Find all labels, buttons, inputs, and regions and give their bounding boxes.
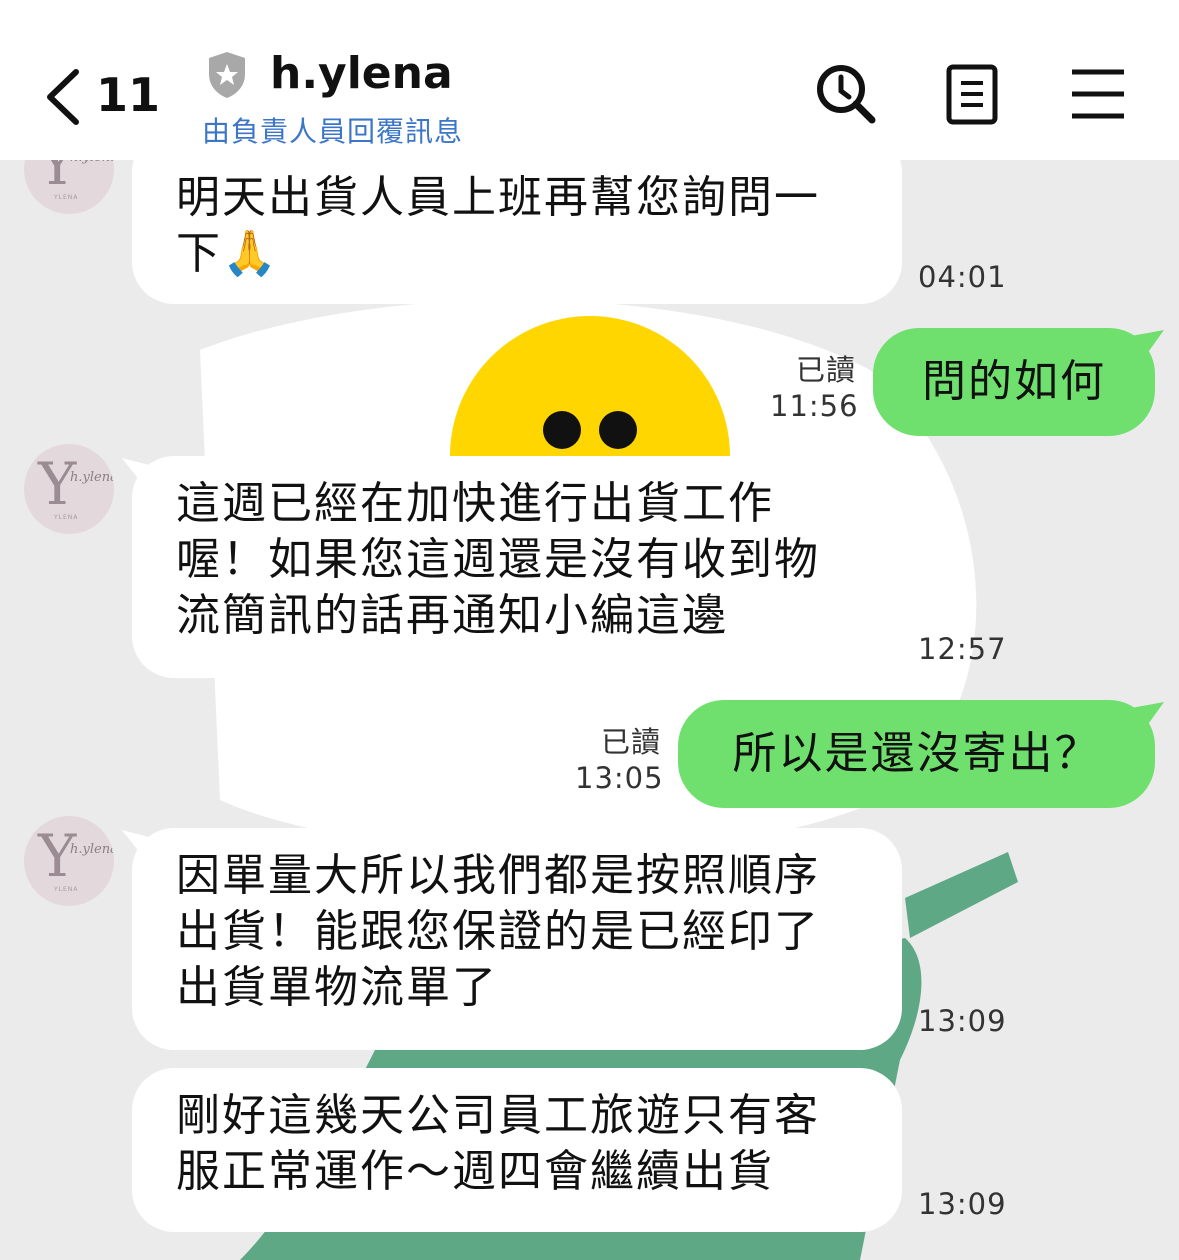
incoming-message[interactable]: 這週已經在加快進行出貨工作 喔！如果您這週還是沒有收到物 流簡訊的話再通知小編這… [132, 456, 902, 678]
avatar-script: h.ylena [70, 160, 114, 165]
message-line: 明天出貨人員上班再幫您詢問一 [176, 172, 820, 223]
incoming-message[interactable]: 剛好這幾天公司員工旅遊只有客 服正常運作～週四會繼續出貨 [132, 1068, 902, 1232]
contact-name[interactable]: h.ylena [270, 48, 453, 99]
read-receipt: 已讀 13:05 [575, 724, 664, 796]
message-text: 所以是還沒寄出？ [732, 728, 1101, 779]
shield-star-icon [209, 52, 245, 98]
message-line: 服正常運作～週四會繼續出貨 [176, 1146, 774, 1197]
message-line: 下🙏 [176, 228, 279, 279]
notes-icon[interactable] [940, 62, 1004, 126]
message-line: 出貨！能跟您保證的是已經印了 [176, 906, 820, 957]
menu-icon[interactable] [1066, 62, 1130, 126]
outgoing-message[interactable]: 所以是還沒寄出？ [678, 700, 1155, 808]
avatar-tagline: YLENA [54, 514, 79, 521]
avatar-script: h.ylena [70, 842, 114, 857]
read-label: 已讀 [795, 353, 856, 387]
message-time: 13:09 [918, 1004, 1007, 1038]
unread-count[interactable]: 11 [96, 68, 160, 122]
avatar[interactable]: Y h.ylena YLENA [24, 444, 114, 534]
message-line: 剛好這幾天公司員工旅遊只有客 [176, 1090, 820, 1141]
read-receipt: 已讀 11:56 [770, 352, 859, 424]
message-time: 11:56 [770, 389, 859, 423]
avatar[interactable]: Y h.ylena YLENA [24, 816, 114, 906]
search-icon[interactable] [814, 62, 878, 126]
message-line: 這週已經在加快進行出貨工作 [176, 478, 774, 529]
message-time: 13:05 [575, 761, 664, 795]
account-subtitle[interactable]: 由負責人員回覆訊息 [202, 110, 463, 150]
read-label: 已讀 [600, 725, 661, 759]
message-line: 因單量大所以我們都是按照順序 [176, 850, 820, 901]
message-line: 流簡訊的話再通知小編這邊 [176, 590, 728, 641]
message-line: 喔！如果您這週還是沒有收到物 [176, 534, 820, 585]
chat-header: 11 h.ylena 由負責人員回覆訊息 [0, 0, 1179, 160]
message-time: 04:01 [918, 260, 1007, 294]
avatar-tagline: YLENA [54, 886, 79, 893]
message-text: 問的如何 [922, 356, 1106, 407]
avatar-tagline: YLENA [54, 194, 79, 201]
message-line: 出貨單物流單了 [176, 962, 498, 1013]
message-time: 12:57 [918, 632, 1007, 666]
incoming-message[interactable]: 因單量大所以我們都是按照順序 出貨！能跟您保證的是已經印了 出貨單物流單了 [132, 828, 902, 1050]
avatar-letter: Y [38, 160, 77, 198]
chat-area[interactable]: Y h.ylena YLENA 明天出貨人員上班再幫您詢問一 下🙏 04:01 … [0, 160, 1179, 1260]
avatar-script: h.ylena [70, 470, 114, 485]
message-time: 13:09 [918, 1187, 1007, 1221]
outgoing-message[interactable]: 問的如何 [873, 328, 1155, 436]
incoming-message[interactable]: 明天出貨人員上班再幫您詢問一 下🙏 [132, 160, 902, 304]
